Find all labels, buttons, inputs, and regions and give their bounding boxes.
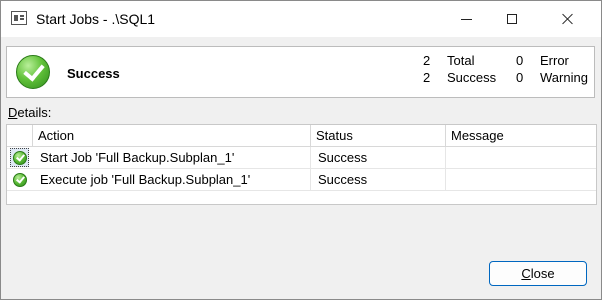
total-label: Total [447,53,475,68]
window-close-button[interactable] [545,1,591,37]
table-row[interactable]: Execute job 'Full Backup.Subplan_1' Succ… [7,169,596,191]
success-count: 2 [423,70,431,85]
column-header-status[interactable]: Status [311,125,446,146]
close-access-key: C [521,266,531,281]
total-count: 2 [423,53,431,68]
success-check-icon [13,173,27,187]
action-cell: Start Job 'Full Backup.Subplan_1' [33,147,311,169]
details-label-text: etails: [17,105,52,120]
title-bar[interactable]: Start Jobs - .\SQL1 [1,1,601,37]
minimize-icon [460,18,472,20]
close-button-label: lose [530,266,555,281]
minimize-button[interactable] [443,1,489,37]
overall-status: Success [67,66,120,81]
header-icon-column [7,125,33,146]
maximize-icon [507,14,517,24]
action-cell: Execute job 'Full Backup.Subplan_1' [33,169,311,191]
window-title: Start Jobs - .\SQL1 [36,11,156,27]
app-window-icon [11,11,27,25]
message-cell [446,169,596,191]
column-header-message[interactable]: Message [446,125,596,146]
details-access-key: D [8,105,18,120]
status-cell: Success [311,169,446,191]
error-count: 0 [516,53,524,68]
close-icon [562,13,574,25]
close-button[interactable]: Close [489,261,587,286]
warning-label: Warning [540,70,588,85]
status-cell: Success [311,147,446,169]
start-jobs-dialog: Start Jobs - .\SQL1 Success 2 Total 0 Er… [0,0,602,300]
column-header-action[interactable]: Action [33,125,311,146]
success-check-icon [13,151,27,165]
error-label: Error [540,53,569,68]
grid-header: Action Status Message [7,125,596,147]
message-cell [446,147,596,169]
success-check-icon [16,55,50,89]
table-row[interactable]: Start Job 'Full Backup.Subplan_1' Succes… [7,147,596,169]
details-label: Details: [8,105,51,120]
maximize-button[interactable] [489,1,535,37]
details-grid[interactable]: Action Status Message Start Job 'Full Ba… [6,124,597,205]
summary-panel: Success 2 Total 0 Error 2 Success 0 Warn… [6,46,595,98]
warning-count: 0 [516,70,524,85]
success-label: Success [447,70,497,85]
